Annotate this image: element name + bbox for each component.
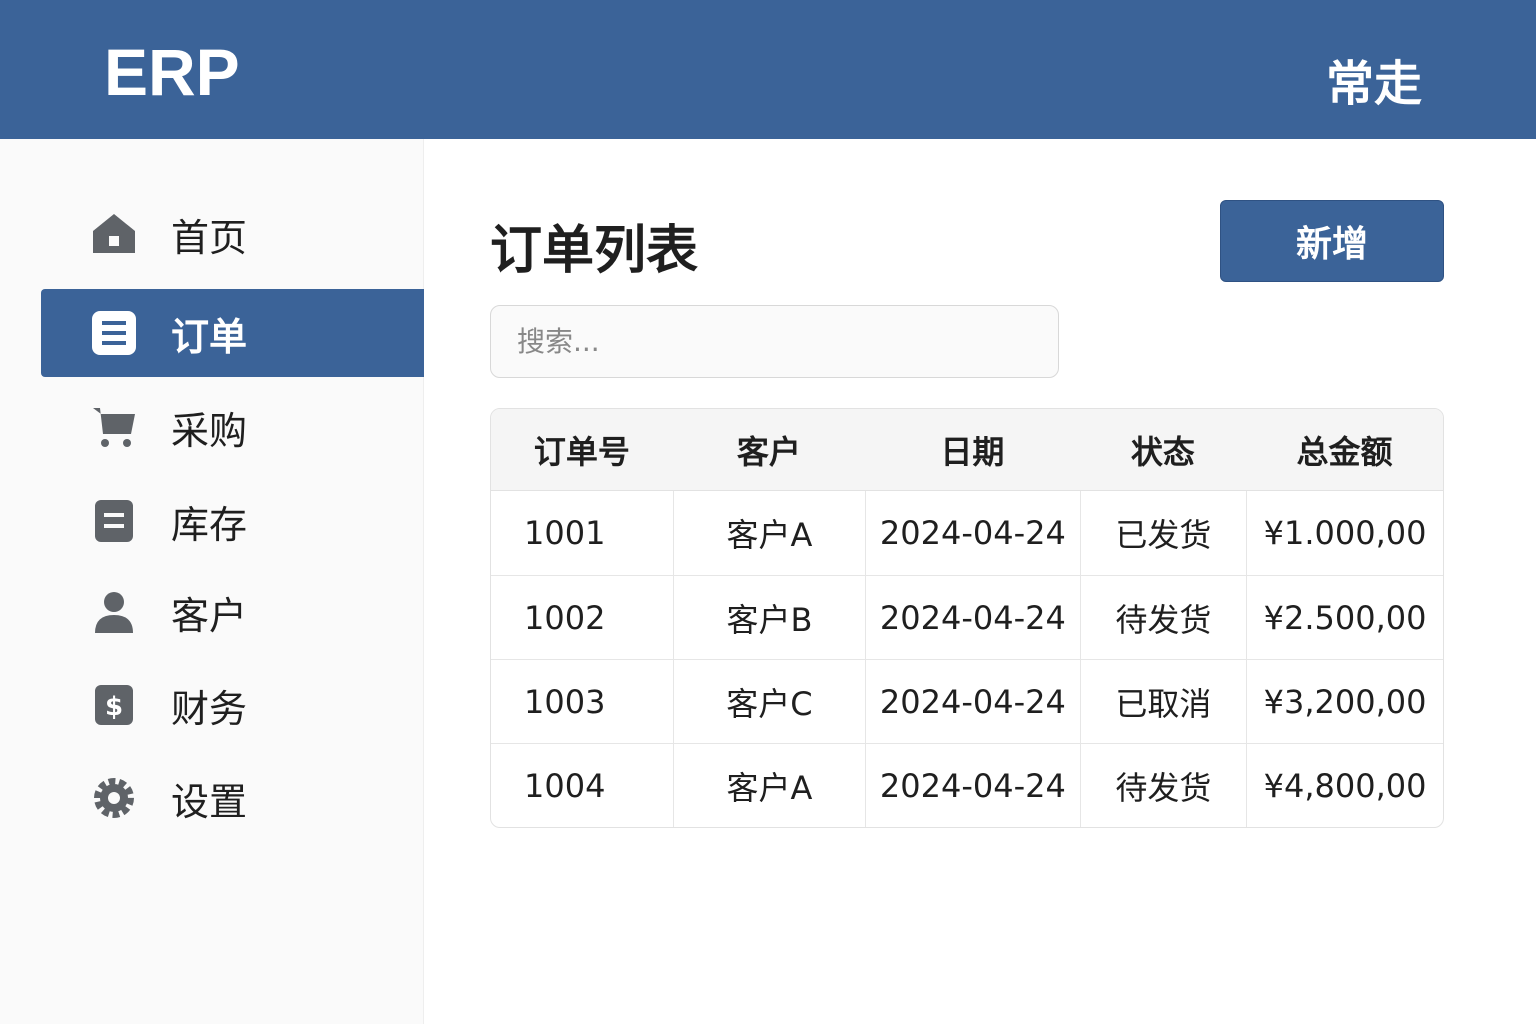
date: 2024-04-24 (865, 491, 1080, 575)
order-no: 1004 (491, 743, 673, 827)
column-header-status[interactable]: 状态 (1079, 409, 1247, 491)
home-icon (91, 211, 137, 257)
date: 2024-04-24 (865, 575, 1080, 659)
app-logo[interactable]: ERP (104, 34, 240, 110)
total: ¥4,800,00 (1246, 743, 1443, 827)
orders-table: 订单号 客户 日期 状态 总金额 1001 客户A 2024-04-24 已发货 ¥1.… (490, 408, 1444, 828)
table-row[interactable]: 1003 客户C 2024-04-24 已取消 ¥3,200,00 (491, 659, 1443, 743)
dollar-icon: $ (91, 682, 137, 728)
table-row[interactable]: 1001 客户A 2024-04-24 已发货 ¥1.000,00 (491, 491, 1443, 575)
sidebar-item-customers[interactable]: 客户 (41, 568, 424, 656)
order-no: 1001 (524, 514, 606, 552)
sidebar-item-orders[interactable]: 订单 (41, 289, 424, 377)
sidebar-item-label: 财务 (171, 686, 248, 731)
svg-text:$: $ (105, 692, 123, 722)
table-row[interactable]: 1004 客户A 2024-04-24 待发货 ¥4,800,00 (491, 743, 1443, 827)
sidebar-item-label: 首页 (171, 215, 248, 260)
order-no: 1002 (491, 575, 673, 659)
user-name[interactable]: 常走 (1326, 44, 1422, 114)
total: ¥3,200,00 (1246, 659, 1443, 743)
status: 待发货 (1079, 743, 1247, 827)
gear-icon (91, 775, 137, 821)
date: 2024-04-24 (865, 659, 1080, 743)
column-header-date[interactable]: 日期 (865, 409, 1080, 491)
status: 已发货 (1079, 491, 1246, 575)
sidebar-item-label: 客户 (171, 593, 248, 638)
status: 待发货 (1079, 575, 1247, 659)
total: ¥1.000,00 (1246, 491, 1443, 575)
order-no: 1003 (491, 659, 673, 743)
sidebar-item-label: 订单 (171, 314, 248, 359)
sidebar-item-label: 采购 (171, 408, 248, 453)
customer: 客户A (672, 491, 865, 575)
table-row[interactable]: 1002 客户B 2024-04-24 待发货 ¥2.500,00 (491, 575, 1443, 659)
document-icon (91, 310, 137, 356)
column-header-order-no[interactable]: 订单号 (491, 409, 673, 491)
sidebar: 首页 订单 采购 库存 客户 $ 财务 设置 (0, 139, 424, 1024)
customer: 客户C (672, 659, 866, 743)
sidebar-item-settings[interactable]: 设置 (41, 754, 424, 842)
inventory-icon (91, 498, 137, 544)
sidebar-item-home[interactable]: 首页 (41, 190, 424, 278)
table-header-row: 订单号 客户 日期 状态 总金额 (491, 409, 1443, 491)
customer: 客户B (672, 575, 866, 659)
sidebar-item-purchase[interactable]: 采购 (41, 383, 424, 471)
sidebar-item-label: 库存 (171, 502, 248, 547)
top-bar: ERP 常走 (0, 0, 1536, 139)
column-header-customer[interactable]: 客户 (672, 409, 866, 491)
customer: 客户A (672, 743, 866, 827)
status: 已取消 (1079, 659, 1247, 743)
sidebar-item-inventory[interactable]: 库存 (41, 477, 424, 565)
date: 2024-04-24 (865, 743, 1080, 827)
column-header-total[interactable]: 总金额 (1246, 409, 1443, 491)
page-title: 订单列表 (490, 221, 699, 281)
add-button[interactable]: 新增 (1220, 200, 1444, 282)
total: ¥2.500,00 (1246, 575, 1443, 659)
sidebar-item-label: 设置 (171, 779, 248, 824)
sidebar-item-finance[interactable]: $ 财务 (41, 661, 424, 749)
cart-icon (91, 404, 137, 450)
user-icon (91, 589, 137, 635)
search-input[interactable] (490, 305, 1059, 378)
